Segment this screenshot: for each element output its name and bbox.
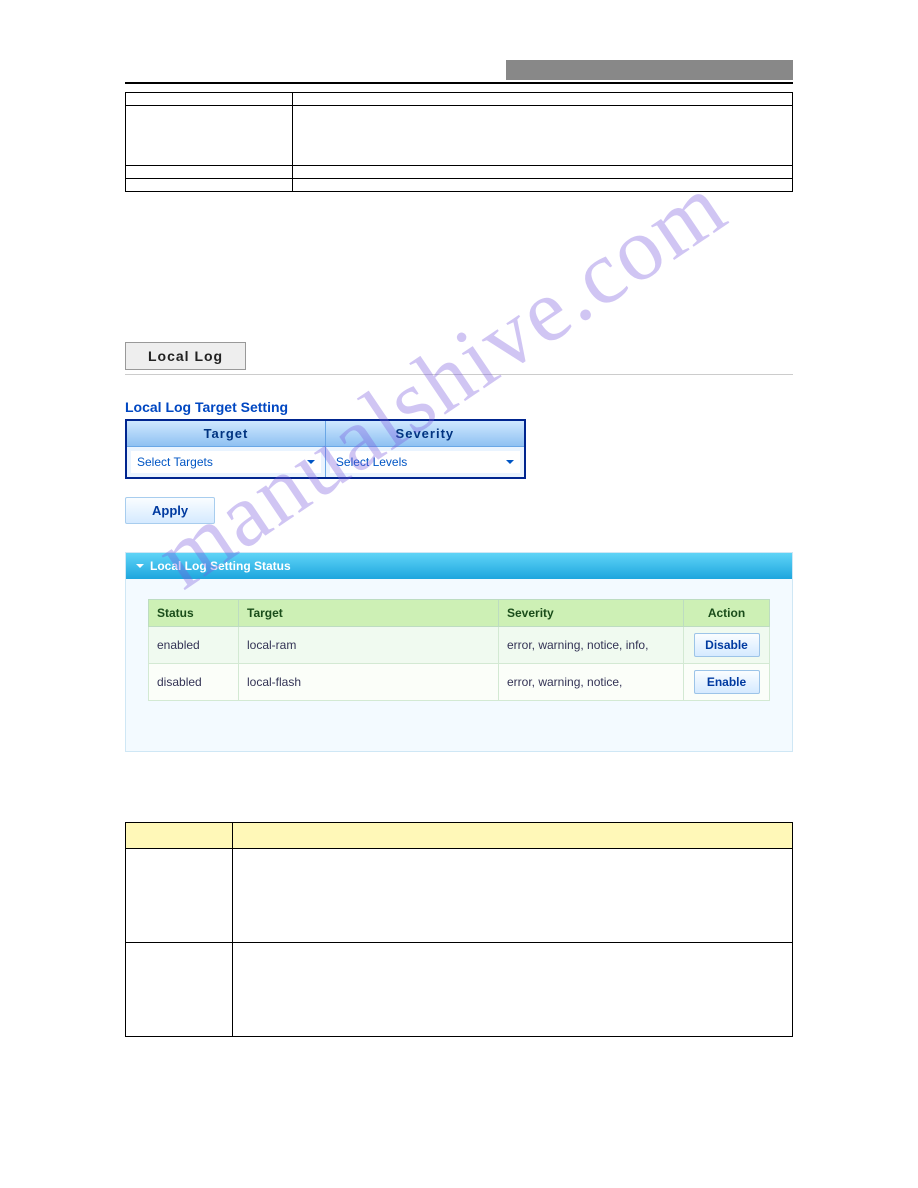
target-select-text: Select Targets (137, 455, 213, 469)
disable-button[interactable]: Disable (694, 633, 760, 657)
apply-button[interactable]: Apply (125, 497, 215, 524)
chevron-down-icon (136, 564, 144, 572)
cell-status: enabled (149, 627, 239, 664)
enable-button[interactable]: Enable (694, 670, 760, 694)
severity-select[interactable]: Select Levels (330, 451, 520, 473)
panel-title: Local Log Setting Status (150, 559, 291, 573)
header-bar (125, 60, 793, 80)
target-select[interactable]: Select Targets (131, 451, 321, 473)
panel-header[interactable]: Local Log Setting Status (126, 553, 792, 579)
status-grid: Status Target Severity Action enabled lo… (148, 599, 770, 701)
cell-severity: error, warning, notice, info, (499, 627, 684, 664)
upper-table (125, 92, 793, 192)
tab-local-log: Local Log (125, 342, 246, 370)
col-target: Target (239, 600, 499, 627)
form-title: Local Log Target Setting (125, 399, 793, 415)
severity-select-text: Select Levels (336, 455, 407, 469)
form-table: Target Severity Select Targets Select Le… (125, 419, 526, 479)
chevron-down-icon (506, 460, 514, 468)
col-severity: Severity (499, 600, 684, 627)
section-divider (125, 374, 793, 375)
cell-status: disabled (149, 664, 239, 701)
col-status: Status (149, 600, 239, 627)
header-rule (125, 82, 793, 84)
status-panel: Local Log Setting Status Status Target S… (125, 552, 793, 752)
chevron-down-icon (307, 460, 315, 468)
cell-severity: error, warning, notice, (499, 664, 684, 701)
cell-target: local-flash (239, 664, 499, 701)
cell-target: local-ram (239, 627, 499, 664)
table-row: disabled local-flash error, warning, not… (149, 664, 770, 701)
lower-table (125, 822, 793, 1037)
col-severity: Severity (325, 420, 524, 446)
col-target: Target (126, 420, 325, 446)
table-row: enabled local-ram error, warning, notice… (149, 627, 770, 664)
col-action: Action (684, 600, 770, 627)
